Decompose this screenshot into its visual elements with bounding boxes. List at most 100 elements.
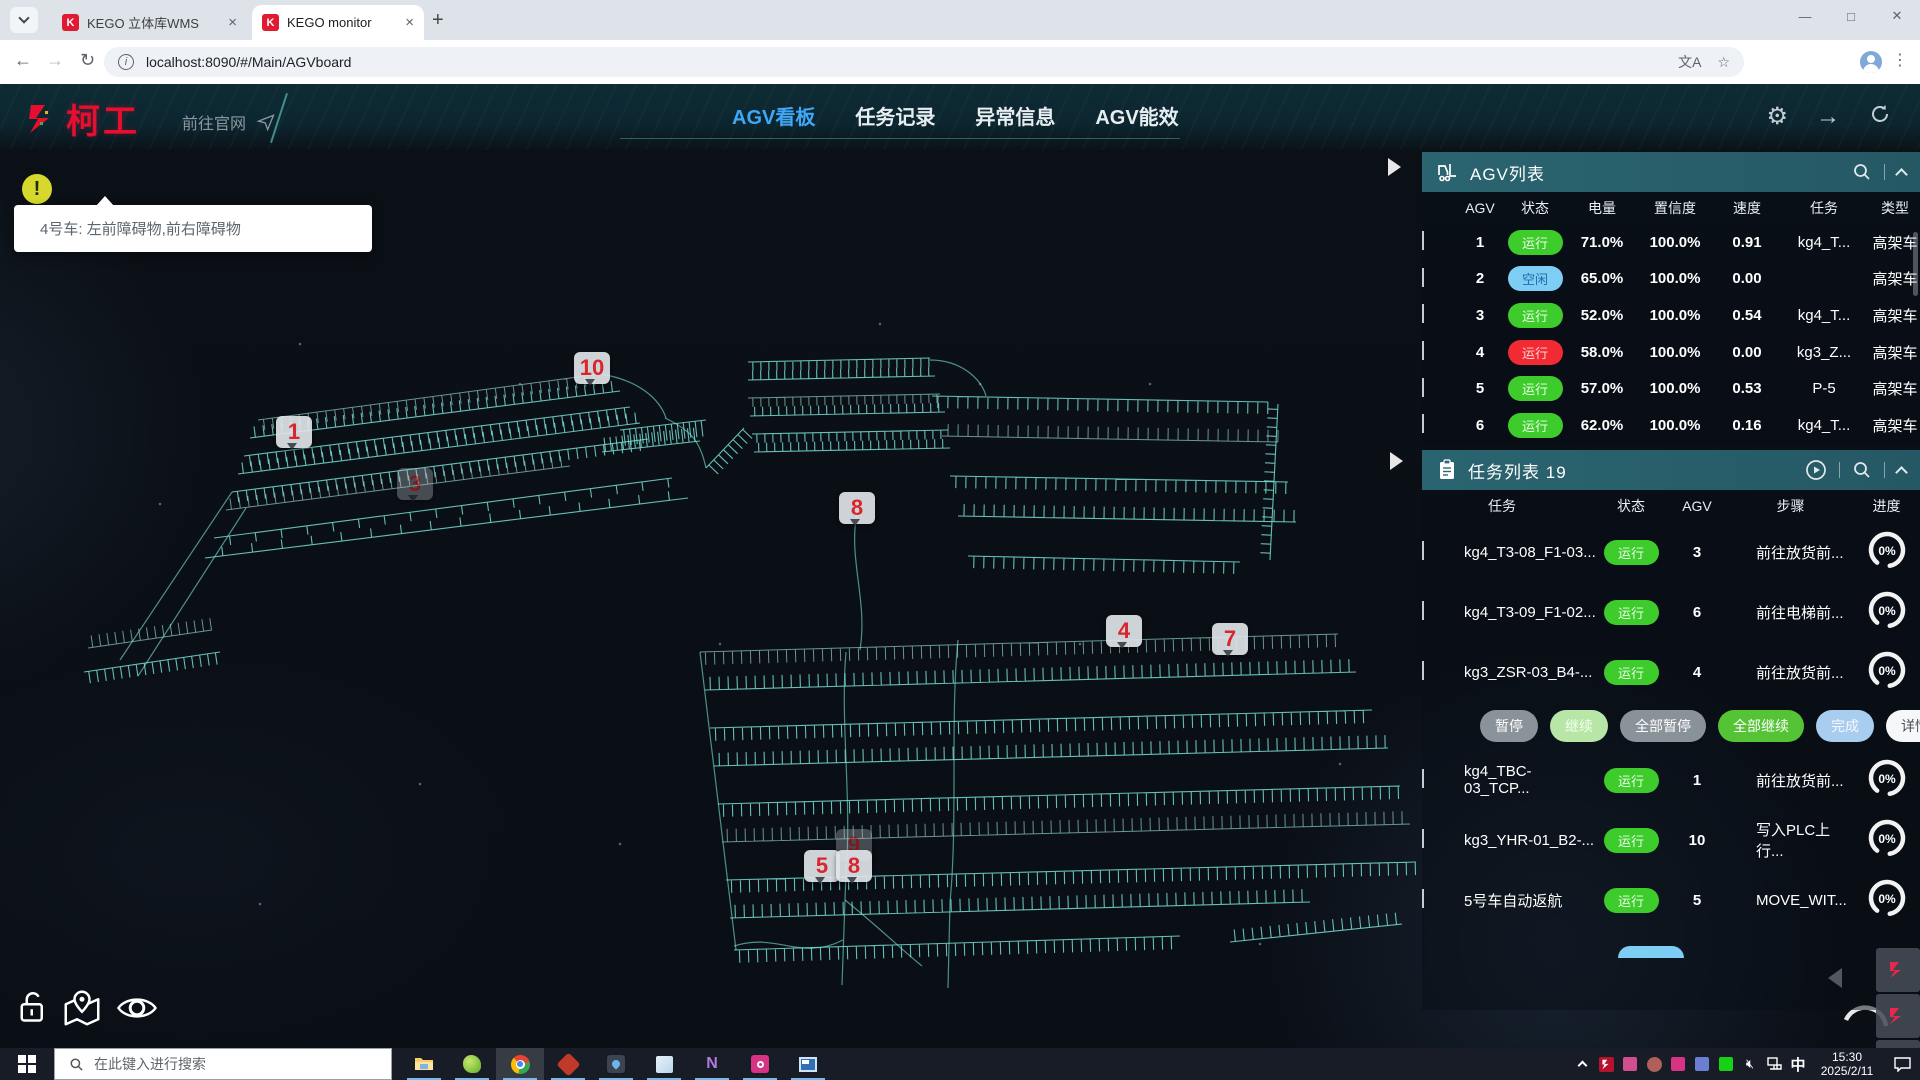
app-green[interactable]: [448, 1048, 496, 1080]
task-table-row[interactable]: 5号车自动返航运行5MOVE_WIT...0%: [1422, 870, 1920, 930]
app-light[interactable]: [640, 1048, 688, 1080]
tab-wms[interactable]: K KEGO 立体库WMS ×: [52, 5, 247, 40]
nav-item-3[interactable]: 异常信息: [975, 101, 1055, 130]
collapse-panel-icon[interactable]: [1895, 466, 1908, 479]
row-expand-chevron[interactable]: [1422, 343, 1460, 361]
official-site-link[interactable]: 前往官网: [182, 110, 276, 134]
play-circle-icon[interactable]: [1805, 459, 1827, 481]
map-marker-4[interactable]: 4: [1106, 615, 1142, 647]
nav-item-1[interactable]: AGV看板: [732, 101, 815, 130]
tab-monitor[interactable]: K KEGO monitor ×: [252, 5, 424, 40]
app-blue-window[interactable]: [784, 1048, 832, 1080]
edge-kego-button-2[interactable]: [1876, 994, 1920, 1038]
row-expand-chevron[interactable]: [1422, 543, 1464, 561]
search-icon[interactable]: [1852, 162, 1872, 182]
task-action-4-button[interactable]: 全部继续: [1718, 710, 1804, 742]
volume-muted-icon[interactable]: 🔇︎: [1738, 1048, 1762, 1080]
window-close-button[interactable]: ✕: [1874, 0, 1920, 32]
agv-table-row[interactable]: 3运行52.0%100.0%0.54kg4_T...高架车: [1422, 297, 1920, 334]
map-marker-8[interactable]: 8: [839, 492, 875, 524]
task-table-row[interactable]: kg4_T3-08_F1-03...运行3前往放货前...0%: [1422, 522, 1920, 582]
map-marker-10[interactable]: 10: [574, 352, 610, 384]
profile-avatar[interactable]: [1860, 51, 1882, 73]
warning-icon[interactable]: !: [22, 174, 52, 204]
gear-icon[interactable]: ⚙: [1766, 105, 1788, 129]
window-minimize-button[interactable]: —: [1782, 0, 1828, 32]
search-icon[interactable]: [1852, 460, 1872, 480]
row-expand-chevron[interactable]: [1422, 603, 1464, 621]
nav-item-4[interactable]: AGV能效: [1095, 101, 1178, 130]
agv-table-row[interactable]: 6运行62.0%100.0%0.16kg4_T...高架车: [1422, 407, 1920, 444]
expand-task-panel-arrow[interactable]: [1390, 452, 1403, 470]
app-navicat[interactable]: N: [688, 1048, 736, 1080]
agv-table-row[interactable]: 5运行57.0%100.0%0.53P-5高架车: [1422, 370, 1920, 407]
app-pink-camera[interactable]: [736, 1048, 784, 1080]
task-table-row[interactable]: kg3_ZSR-03_B4-...运行4前往放货前...0%: [1422, 642, 1920, 702]
tray-blue-square-icon[interactable]: [1690, 1048, 1714, 1080]
bookmark-star-icon[interactable]: ☆: [1717, 54, 1730, 71]
tray-kego-icon[interactable]: [1594, 1048, 1618, 1080]
close-tab-icon[interactable]: ×: [405, 14, 414, 31]
start-button[interactable]: [0, 1048, 54, 1080]
map-marker-8[interactable]: 8: [836, 850, 872, 882]
app-map-tool[interactable]: [592, 1048, 640, 1080]
arrow-right-icon[interactable]: →: [1816, 105, 1840, 129]
expand-agv-panel-arrow[interactable]: [1388, 158, 1401, 176]
map-marker-5[interactable]: 5: [804, 850, 840, 882]
row-expand-chevron[interactable]: [1422, 233, 1460, 251]
row-expand-chevron[interactable]: [1422, 831, 1464, 849]
ime-indicator[interactable]: 中: [1786, 1048, 1810, 1080]
task-action-6-button[interactable]: 详情: [1886, 710, 1920, 742]
map-pin-icon[interactable]: [62, 989, 102, 1027]
app-file-explorer[interactable]: [400, 1048, 448, 1080]
tray-pink-arrow-icon[interactable]: [1666, 1048, 1690, 1080]
edge-kego-button-1[interactable]: [1876, 948, 1920, 992]
task-action-1-button[interactable]: 暂停: [1480, 710, 1538, 742]
url-bar[interactable]: i localhost:8090/#/Main/AGVboard 文A ☆: [104, 47, 1744, 77]
row-expand-chevron[interactable]: [1422, 663, 1464, 681]
nav-item-2[interactable]: 任务记录: [855, 101, 935, 130]
app-chrome[interactable]: [496, 1048, 544, 1080]
taskbar-search[interactable]: 在此键入进行搜索: [54, 1048, 392, 1080]
tray-red-circle-icon[interactable]: [1642, 1048, 1666, 1080]
close-tab-icon[interactable]: ×: [228, 14, 237, 31]
task-table-row[interactable]: kg4_TBC-03_TCP...运行1前往放货前...0%: [1422, 750, 1920, 810]
tab-search-button[interactable]: [10, 7, 38, 33]
map-marker-3[interactable]: 3: [397, 468, 433, 500]
translate-icon[interactable]: 文A: [1678, 52, 1701, 72]
task-action-3-button[interactable]: 全部暂停: [1620, 710, 1706, 742]
collapse-panel-icon[interactable]: [1895, 168, 1908, 181]
map-marker-7[interactable]: 7: [1212, 623, 1248, 655]
tray-expand-caret[interactable]: [1570, 1048, 1594, 1080]
network-icon[interactable]: [1762, 1048, 1786, 1080]
forward-button[interactable]: →: [46, 50, 64, 71]
agv-table-row[interactable]: 4运行58.0%100.0%0.00kg3_Z...高架车: [1422, 334, 1920, 371]
window-maximize-button[interactable]: □: [1828, 0, 1874, 32]
unlock-icon[interactable]: [18, 990, 48, 1026]
task-table-row[interactable]: kg3_YHR-01_B2-...运行10写入PLC上行...0%: [1422, 810, 1920, 870]
scrollbar-thumb[interactable]: [1913, 232, 1918, 296]
app-redis[interactable]: [544, 1048, 592, 1080]
task-action-5-button[interactable]: 完成: [1816, 710, 1874, 742]
tray-green-square-icon[interactable]: [1714, 1048, 1738, 1080]
eye-icon[interactable]: [116, 993, 158, 1023]
agv-table-row[interactable]: 1运行71.0%100.0%0.91kg4_T...高架车: [1422, 224, 1920, 261]
row-expand-chevron[interactable]: [1422, 380, 1460, 398]
site-info-icon[interactable]: i: [118, 54, 134, 70]
agv-table-row[interactable]: 2空闲65.0%100.0%0.00高架车: [1422, 261, 1920, 298]
map-marker-1[interactable]: 1: [276, 416, 312, 448]
task-action-2-button[interactable]: 继续: [1550, 710, 1608, 742]
row-expand-chevron[interactable]: [1422, 771, 1464, 789]
row-expand-chevron[interactable]: [1422, 416, 1460, 434]
refresh-icon[interactable]: [1868, 102, 1892, 131]
task-table-row[interactable]: kg4_T3-09_F1-02...运行6前往电梯前...0%: [1422, 582, 1920, 642]
row-expand-chevron[interactable]: [1422, 270, 1460, 288]
reload-button[interactable]: ↻: [80, 50, 95, 71]
kego-logo[interactable]: 柯工: [26, 94, 140, 143]
action-center-icon[interactable]: [1884, 1048, 1920, 1080]
tray-pink-icon[interactable]: [1618, 1048, 1642, 1080]
row-expand-chevron[interactable]: [1422, 306, 1460, 324]
back-button[interactable]: ←: [14, 50, 32, 71]
taskbar-clock[interactable]: 15:30 2025/2/11: [1814, 1050, 1880, 1078]
edge-kego-button-3[interactable]: [1876, 1040, 1920, 1048]
